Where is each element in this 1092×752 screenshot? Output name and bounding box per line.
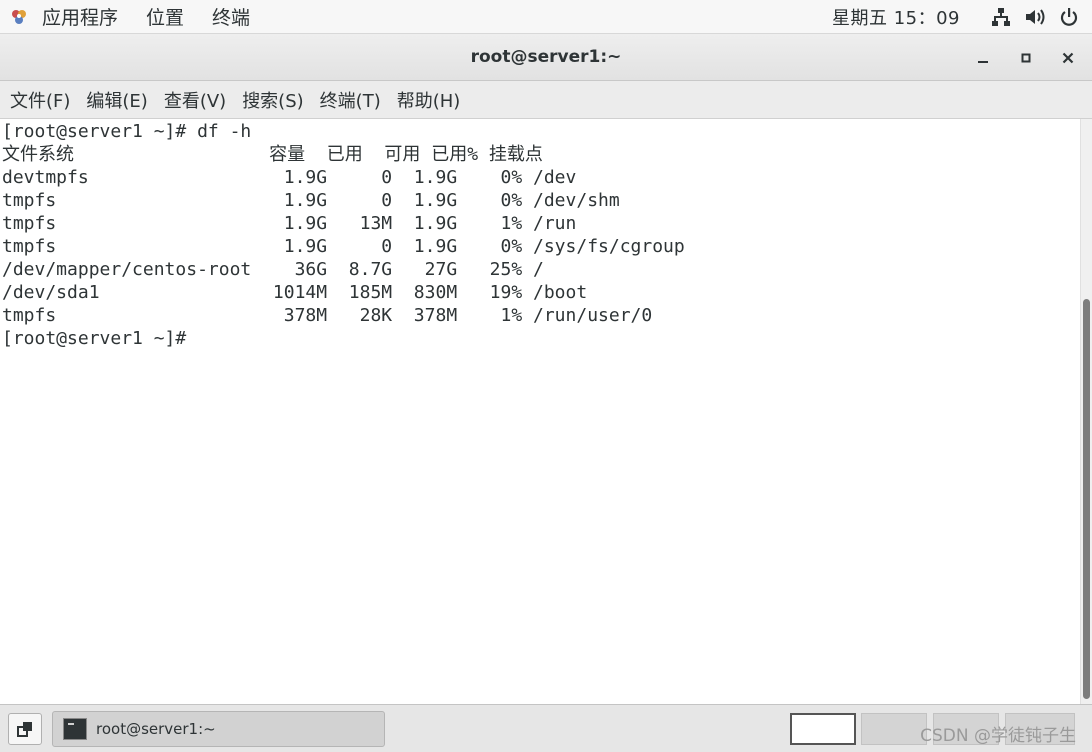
places-menu[interactable]: 位置	[142, 3, 188, 30]
window-titlebar[interactable]: root@server1:~	[0, 34, 1092, 81]
taskbar: root@server1:~ CSDN @学徒钝子生	[0, 704, 1092, 752]
terminal-line: tmpfs 1.9G 0 1.9G 0% /sys/fs/cgroup	[2, 236, 685, 257]
clock[interactable]: 星期五 15：09	[832, 4, 960, 30]
show-desktop-icon	[17, 722, 32, 737]
terminal-line: tmpfs 1.9G 0 1.9G 0% /dev/shm	[2, 190, 620, 211]
terminal-prompt: [root@server1 ~]#	[2, 328, 187, 349]
workspace-2[interactable]	[861, 713, 927, 745]
terminal-line: devtmpfs 1.9G 0 1.9G 0% /dev	[2, 167, 577, 188]
menu-view[interactable]: 查看(V)	[156, 81, 234, 118]
watermark: CSDN @学徒钝子生	[920, 726, 1076, 746]
power-icon[interactable]	[1058, 6, 1080, 28]
window-title: root@server1:~	[470, 47, 622, 67]
applications-icon[interactable]	[8, 6, 30, 28]
maximize-button[interactable]	[1013, 45, 1039, 71]
menu-search[interactable]: 搜索(S)	[234, 81, 311, 118]
scrollbar-thumb[interactable]	[1083, 299, 1090, 699]
taskbar-window-label: root@server1:~	[96, 720, 216, 738]
menu-help[interactable]: 帮助(H)	[389, 81, 469, 118]
network-icon[interactable]	[990, 6, 1012, 28]
workspace-1[interactable]	[790, 713, 856, 745]
terminal-line: tmpfs 1.9G 13M 1.9G 1% /run	[2, 213, 577, 234]
menu-terminal[interactable]: 终端(T)	[312, 81, 389, 118]
terminal-line: [root@server1 ~]# df -h	[2, 121, 252, 142]
terminal-line: 文件系统 容量 已用 可用 已用% 挂载点	[2, 144, 543, 165]
terminal-line: /dev/sda1 1014M 185M 830M 19% /boot	[2, 282, 588, 303]
terminal-icon	[63, 718, 87, 740]
menubar: 文件(F) 编辑(E) 查看(V) 搜索(S) 终端(T) 帮助(H)	[0, 81, 1092, 119]
terminal-line: /dev/mapper/centos-root 36G 8.7G 27G 25%…	[2, 259, 544, 280]
close-button[interactable]	[1055, 45, 1081, 71]
taskbar-window-button[interactable]: root@server1:~	[52, 711, 385, 747]
panel-status-area: 星期五 15：09	[832, 0, 1092, 33]
volume-icon[interactable]	[1024, 6, 1046, 28]
menu-file[interactable]: 文件(F)	[2, 81, 78, 118]
top-panel: 应用程序 位置 终端 星期五 15：09	[0, 0, 1092, 34]
terminal-scrollbar[interactable]	[1080, 119, 1092, 704]
desktop: 应用程序 位置 终端 星期五 15：09 root@server1:~ 文件(F…	[0, 0, 1092, 752]
show-desktop-button[interactable]	[8, 713, 42, 745]
terminal-output[interactable]: [root@server1 ~]# df -h 文件系统 容量 已用 可用 已用…	[0, 119, 1080, 704]
applications-menu[interactable]: 应用程序	[38, 3, 122, 30]
menu-edit[interactable]: 编辑(E)	[78, 81, 155, 118]
terminal-line: tmpfs 378M 28K 378M 1% /run/user/0	[2, 305, 653, 326]
minimize-button[interactable]	[970, 45, 996, 71]
terminal-app-menu[interactable]: 终端	[208, 3, 254, 30]
